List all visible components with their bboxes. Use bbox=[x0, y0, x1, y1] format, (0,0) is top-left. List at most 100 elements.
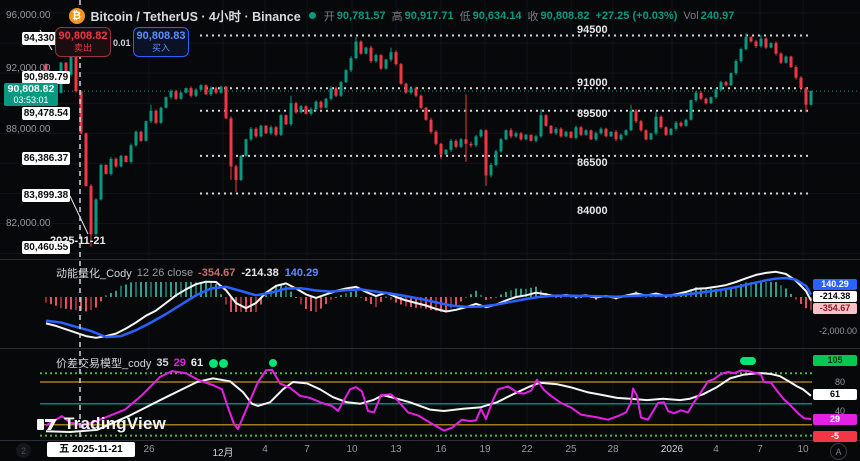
macd-histogram-bar bbox=[500, 294, 502, 297]
candle bbox=[275, 127, 278, 135]
close-value: 90,808.82 bbox=[541, 10, 590, 22]
market-status-icon[interactable] bbox=[309, 12, 316, 19]
candle bbox=[630, 111, 633, 131]
candle bbox=[660, 117, 663, 128]
indicator1-title[interactable]: 动能量化_Cody 12 26 close -354.67-214.38140.… bbox=[56, 265, 318, 281]
indicator-axis-label: -2,000.00 bbox=[813, 326, 857, 336]
candle bbox=[745, 37, 748, 49]
macd-histogram-bar bbox=[460, 297, 462, 302]
candle bbox=[200, 85, 203, 90]
macd-histogram-bar bbox=[510, 290, 512, 297]
buy-button[interactable]: 90,808.83 买入 bbox=[133, 27, 189, 57]
indicator1-values: -354.67-214.38140.29 bbox=[198, 267, 318, 279]
candle bbox=[440, 144, 443, 155]
macd-histogram-bar bbox=[335, 297, 337, 298]
candle bbox=[670, 129, 673, 135]
candle bbox=[690, 100, 693, 120]
macd-histogram-bar bbox=[330, 297, 332, 300]
macd-histogram-bar bbox=[125, 285, 127, 297]
candle bbox=[115, 159, 118, 167]
macd-histogram-bar bbox=[255, 297, 257, 312]
macd-histogram-bar bbox=[290, 292, 292, 297]
indicator2-title[interactable]: 价差交易模型_cody 352961 bbox=[56, 355, 228, 371]
vline-date-label: 2025-11-21 bbox=[50, 235, 106, 247]
candle bbox=[445, 150, 448, 155]
candle bbox=[190, 88, 193, 96]
value-badge: 61 bbox=[813, 389, 857, 400]
signal-dot-icon bbox=[209, 359, 218, 368]
time-axis[interactable]: 2 五 2025-11-21 08:00 2612月47101316192225… bbox=[0, 441, 860, 461]
macd-histogram-bar bbox=[465, 297, 467, 298]
candle bbox=[170, 91, 173, 97]
candle bbox=[340, 82, 343, 96]
candle bbox=[470, 144, 473, 146]
value-badge: -354.67 bbox=[813, 303, 857, 314]
candle bbox=[350, 58, 353, 70]
candle bbox=[680, 123, 683, 126]
indicator1-name[interactable]: 动能量化_Cody bbox=[56, 265, 132, 281]
candle bbox=[635, 111, 638, 122]
candle bbox=[480, 130, 483, 136]
candle bbox=[510, 130, 513, 136]
buy-label: 买入 bbox=[134, 43, 188, 54]
high-value: 90,917.71 bbox=[405, 10, 454, 22]
time-tick-label: 10 bbox=[797, 444, 808, 455]
candle bbox=[570, 132, 573, 138]
indicator2-name[interactable]: 价差交易模型_cody bbox=[56, 355, 151, 371]
macd-histogram-bar bbox=[140, 282, 142, 297]
candle bbox=[520, 133, 523, 139]
chart-canvas[interactable] bbox=[0, 0, 860, 461]
sell-price: 90,808.82 bbox=[56, 30, 110, 43]
level-label: 84000 bbox=[577, 205, 608, 217]
candle bbox=[315, 102, 318, 110]
candle bbox=[455, 141, 458, 147]
candle bbox=[375, 55, 378, 61]
trading-chart-app: 92,000.0088,000.0082,000.0094,330.3790,9… bbox=[0, 0, 860, 461]
candle bbox=[735, 61, 738, 73]
candle bbox=[490, 165, 493, 176]
candle bbox=[325, 99, 328, 108]
symbol-title[interactable]: Bitcoin / TetherUS · 4小时 · Binance bbox=[91, 6, 301, 25]
price-axis-top-label: 96,000.00 bbox=[6, 10, 51, 21]
watermark-text: TradingView bbox=[64, 414, 166, 434]
candle bbox=[405, 84, 408, 93]
macd-histogram-bar bbox=[485, 297, 487, 300]
tradingview-logo-icon bbox=[36, 414, 60, 434]
candle bbox=[610, 132, 613, 137]
macd-histogram-bar bbox=[135, 282, 137, 297]
candle bbox=[140, 132, 143, 141]
close-label: 收 bbox=[528, 8, 539, 24]
macd-histogram-bar bbox=[560, 297, 562, 298]
macd-histogram-bar bbox=[580, 297, 582, 298]
macd-histogram-bar bbox=[65, 297, 67, 309]
candle bbox=[615, 132, 618, 140]
candle bbox=[535, 136, 538, 141]
indicator-axis-label: 80 bbox=[832, 377, 848, 387]
macd-histogram-bar bbox=[405, 297, 407, 306]
candle bbox=[465, 139, 468, 144]
macd-histogram-bar bbox=[780, 285, 782, 297]
candle bbox=[780, 54, 783, 63]
macd-histogram-bar bbox=[265, 295, 267, 297]
price-tag: 89,478.54 bbox=[22, 107, 70, 120]
macd-histogram-bar bbox=[350, 292, 352, 297]
volume-label: Vol bbox=[683, 10, 698, 22]
candle bbox=[665, 127, 668, 135]
signal-dot-icon bbox=[269, 359, 277, 367]
candle bbox=[705, 99, 708, 104]
candle bbox=[225, 87, 228, 119]
macd-histogram-bar bbox=[770, 282, 772, 297]
time-tick-label: 19 bbox=[479, 444, 490, 455]
candle bbox=[355, 42, 358, 59]
candle bbox=[360, 42, 363, 54]
candle bbox=[585, 130, 588, 135]
macd-histogram-bar bbox=[390, 297, 392, 300]
auto-scale-button[interactable]: A bbox=[830, 443, 847, 460]
indicator2-value: 35 bbox=[156, 357, 168, 369]
time-tick-label: 16 bbox=[435, 444, 446, 455]
sell-button[interactable]: 90,808.82 卖出 bbox=[55, 27, 111, 57]
macd-histogram-bar bbox=[320, 297, 322, 309]
macd-histogram-bar bbox=[305, 297, 307, 309]
macd-histogram-bar bbox=[765, 282, 767, 297]
replay-button[interactable]: 2 bbox=[16, 443, 31, 458]
